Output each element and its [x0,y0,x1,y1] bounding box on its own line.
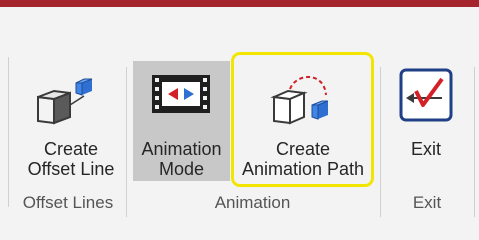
exit-button[interactable]: Exit [386,61,466,181]
animation-mode-label-2: Mode [158,159,205,179]
animation-path-icon [270,76,329,125]
ribbon: Create Offset Line Offset Lines Animatio… [0,7,479,217]
create-animation-path-label-1: Create [275,139,331,159]
create-offset-line-label-2: Offset Line [27,159,115,179]
group-label-offset-lines: Offset Lines [22,193,114,212]
group-separator [8,57,9,207]
group-separator [474,67,475,217]
exit-check-icon [399,68,453,122]
animation-mode-button[interactable]: Animation Mode [133,61,230,181]
animation-mode-label-1: Animation [141,139,222,159]
group-label-animation: Animation [214,193,291,212]
offset-line-icon [37,78,93,125]
film-strip-icon [152,75,210,113]
create-animation-path-label-2: Animation Path [241,159,365,179]
exit-label: Exit [410,139,441,159]
create-offset-line-label-1: Create [43,139,99,159]
group-label-exit: Exit [412,193,442,212]
create-animation-path-button[interactable]: Create Animation Path [234,61,372,181]
create-offset-line-button[interactable]: Create Offset Line [16,61,126,181]
window-accent-bar [0,0,479,7]
